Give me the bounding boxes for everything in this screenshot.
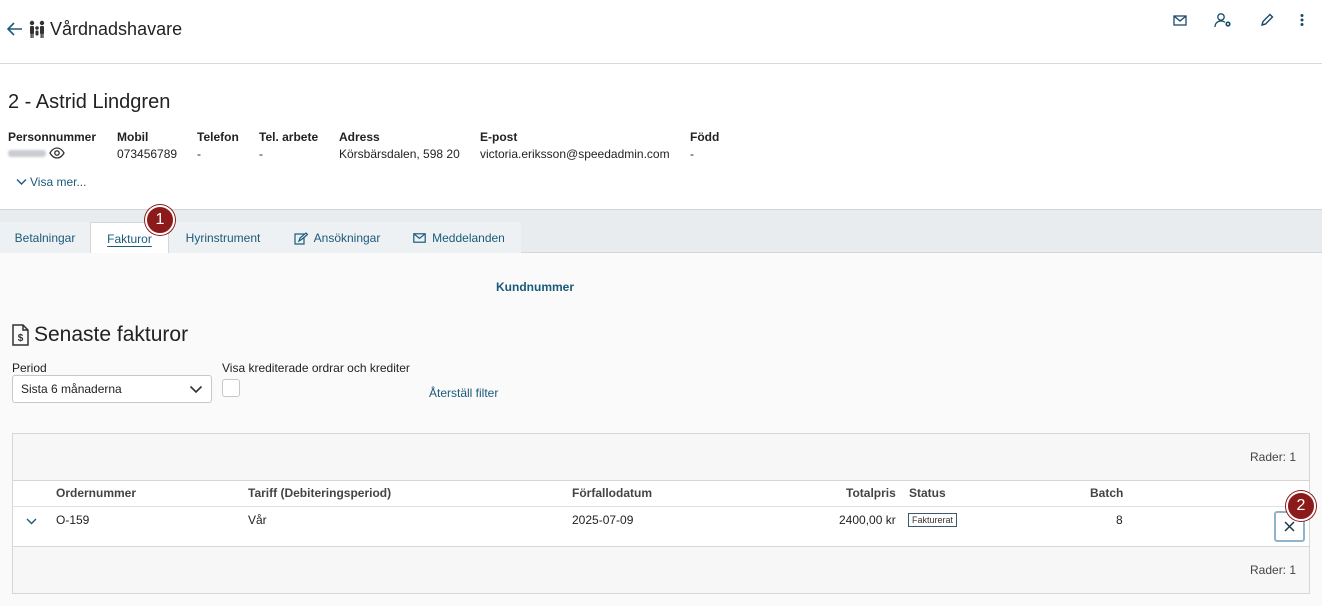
- page-title: Vårdnadshavare: [50, 19, 183, 39]
- mail-icon: [413, 233, 426, 243]
- label-personnummer: Personnummer: [8, 130, 97, 144]
- tab-label: Hyrinstrument: [185, 231, 261, 245]
- reset-filter-link[interactable]: Återställ filter: [429, 386, 498, 400]
- tab-meddelanden[interactable]: Meddelanden: [397, 222, 521, 254]
- step-badge-1: 1: [145, 205, 175, 235]
- label-tel-arbete: Tel. arbete: [259, 130, 319, 144]
- back-arrow-icon[interactable]: [6, 19, 24, 39]
- tab-betalningar[interactable]: Betalningar: [0, 222, 90, 254]
- pencil-icon[interactable]: [1257, 10, 1277, 30]
- label-fodd: Född: [690, 130, 720, 144]
- chevron-down-icon: [189, 385, 203, 394]
- expand-row-icon[interactable]: [22, 513, 40, 529]
- table-row: [13, 507, 1309, 547]
- tab-label: Ansökningar: [313, 231, 381, 245]
- value-fodd: -: [690, 147, 694, 161]
- kundnummer-link[interactable]: Kundnummer: [496, 280, 574, 294]
- close-icon: [1284, 521, 1295, 532]
- cell-forfallodatum: 2025-07-09: [572, 513, 634, 527]
- chevron-down-icon: [16, 179, 27, 185]
- tab-hyrinstrument[interactable]: Hyrinstrument: [169, 222, 277, 254]
- label-epost: E-post: [480, 130, 518, 144]
- label-adress: Adress: [339, 130, 380, 144]
- col-totalpris[interactable]: Totalpris: [846, 486, 896, 500]
- mail-icon[interactable]: [1170, 10, 1190, 30]
- cell-totalpris: 2400,00 kr: [839, 513, 896, 527]
- more-vertical-icon[interactable]: [1292, 10, 1312, 30]
- value-epost: victoria.eriksson@speedadmin.com: [480, 147, 670, 161]
- credit-checkbox-label: Visa krediterade ordrar och krediter: [222, 361, 410, 375]
- cell-batch: 8: [1116, 513, 1123, 527]
- user-settings-icon[interactable]: [1213, 10, 1233, 30]
- show-more-label: Visa mer...: [30, 175, 87, 189]
- label-telefon: Telefon: [197, 130, 239, 144]
- col-status[interactable]: Status: [909, 486, 946, 500]
- row-count-bottom: Rader: 1: [1250, 563, 1297, 577]
- person-heading: 2 - Astrid Lindgren: [8, 91, 171, 113]
- family-icon: [28, 19, 46, 39]
- section-title: Senaste fakturor: [34, 323, 189, 346]
- invoice-icon: $: [10, 324, 30, 346]
- tab-label: Fakturor: [107, 231, 152, 246]
- value-tel-arbete: -: [259, 147, 263, 161]
- eye-icon[interactable]: [49, 146, 65, 160]
- tab-bar: Betalningar Fakturor Hyrinstrument Ansök…: [0, 209, 1322, 255]
- tab-label: Meddelanden: [432, 231, 505, 245]
- credit-checkbox[interactable]: [222, 379, 240, 397]
- value-adress: Körsbärsdalen, 598 20: [339, 147, 460, 161]
- period-value: Sista 6 månaderna: [21, 382, 122, 396]
- step-badge-2: 2: [1286, 491, 1316, 521]
- col-batch[interactable]: Batch: [1090, 486, 1123, 500]
- period-select[interactable]: Sista 6 månaderna: [12, 375, 212, 403]
- col-tariff[interactable]: Tariff (Debiteringsperiod): [248, 486, 391, 500]
- label-mobil: Mobil: [117, 130, 149, 144]
- edit-document-icon: [294, 231, 308, 245]
- col-forfallodatum[interactable]: Förfallodatum: [572, 486, 652, 500]
- cell-tariff: Vår: [248, 513, 267, 527]
- page-header: Vårdnadshavare: [0, 0, 1322, 64]
- show-more-link[interactable]: Visa mer...: [16, 175, 86, 189]
- col-ordernummer[interactable]: Ordernummer: [56, 486, 136, 500]
- tab-ansokningar[interactable]: Ansökningar: [277, 222, 397, 254]
- row-count-top: Rader: 1: [1250, 450, 1297, 464]
- value-mobil: 073456789: [117, 147, 178, 161]
- status-badge: Fakturerat: [908, 513, 958, 527]
- svg-text:$: $: [18, 333, 24, 344]
- cell-ordernummer: O-159: [56, 513, 90, 527]
- masked-personnummer: [8, 147, 46, 160]
- period-label: Period: [12, 361, 47, 375]
- tab-label: Betalningar: [14, 231, 76, 245]
- value-telefon: -: [197, 147, 201, 161]
